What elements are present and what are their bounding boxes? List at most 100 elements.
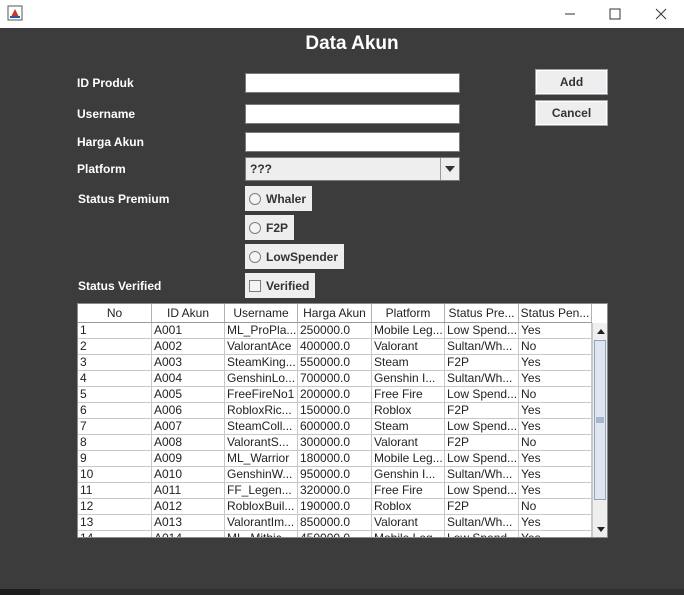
table-cell[interactable]: 4 xyxy=(78,371,152,387)
table-cell[interactable]: 12 xyxy=(78,499,152,515)
table-row[interactable]: 1 A001 ML_ProPla... 250000.0 Mobile Leg... Lo… xyxy=(78,323,592,339)
table-cell[interactable]: 6 xyxy=(78,403,152,419)
table-cell[interactable]: 850000.0 xyxy=(298,515,372,531)
table-cell[interactable]: Mobile Leg... xyxy=(372,451,445,467)
table-cell[interactable]: 7 xyxy=(78,419,152,435)
table-cell[interactable]: 2 xyxy=(78,339,152,355)
table-cell[interactable]: A003 xyxy=(152,355,225,371)
table-cell[interactable]: Low Spend... xyxy=(445,387,519,403)
column-header[interactable]: ID Akun xyxy=(152,304,225,322)
table-cell[interactable]: Roblox xyxy=(372,403,445,419)
table-row[interactable]: 9 A009 ML_Warrior 180000.0 Mobile Leg... Low … xyxy=(78,451,592,467)
table-row[interactable]: 2 A002 ValorantAce 400000.0 Valorant Sultan/W… xyxy=(78,339,592,355)
table-cell[interactable]: SteamKing... xyxy=(225,355,298,371)
harga-akun-field[interactable] xyxy=(245,132,460,152)
table-row[interactable]: 3 A003 SteamKing... 550000.0 Steam F2P Yes xyxy=(78,355,592,371)
table-cell[interactable]: Yes xyxy=(519,323,592,339)
table-cell[interactable]: Valorant xyxy=(372,339,445,355)
table-cell[interactable]: No xyxy=(519,387,592,403)
table-cell[interactable]: Yes xyxy=(519,403,592,419)
table-cell[interactable]: SteamColl... xyxy=(225,419,298,435)
table-cell[interactable]: ValorantAce xyxy=(225,339,298,355)
table-cell[interactable]: FF_Legen... xyxy=(225,483,298,499)
radio-whaler[interactable]: Whaler xyxy=(245,186,313,211)
table-cell[interactable]: 8 xyxy=(78,435,152,451)
table-cell[interactable]: A010 xyxy=(152,467,225,483)
table-cell[interactable]: ML_ProPla... xyxy=(225,323,298,339)
table-cell[interactable]: 700000.0 xyxy=(298,371,372,387)
table-cell[interactable]: 600000.0 xyxy=(298,419,372,435)
table-cell[interactable]: Low Spend... xyxy=(445,483,519,499)
table-cell[interactable]: A002 xyxy=(152,339,225,355)
verified-checkbox[interactable]: Verified xyxy=(245,273,316,298)
minimize-button[interactable] xyxy=(547,0,593,28)
scroll-up-button[interactable] xyxy=(593,323,607,339)
table-row[interactable]: 5 A005 FreeFireNo1 200000.0 Free Fire Low Spe… xyxy=(78,387,592,403)
table-cell[interactable]: Genshin I... xyxy=(372,467,445,483)
scroll-thumb[interactable] xyxy=(594,340,606,500)
table-cell[interactable]: Yes xyxy=(519,355,592,371)
table-cell[interactable]: RobloxBuil... xyxy=(225,499,298,515)
table-cell[interactable]: No xyxy=(519,339,592,355)
table-cell[interactable]: 320000.0 xyxy=(298,483,372,499)
maximize-button[interactable] xyxy=(592,0,638,28)
table-cell[interactable]: 550000.0 xyxy=(298,355,372,371)
table-row[interactable]: 12 A012 RobloxBuil... 190000.0 Roblox F2P No xyxy=(78,499,592,515)
table-cell[interactable]: A006 xyxy=(152,403,225,419)
table-cell[interactable]: Low Spend... xyxy=(445,323,519,339)
table-row[interactable]: 14 A014 ML_Mithic... 450000.0 Mobile Leg... L… xyxy=(78,531,592,537)
table-cell[interactable]: 300000.0 xyxy=(298,435,372,451)
table-cell[interactable]: 150000.0 xyxy=(298,403,372,419)
table-cell[interactable]: Low Spend... xyxy=(445,451,519,467)
table-cell[interactable]: 190000.0 xyxy=(298,499,372,515)
table-cell[interactable]: 400000.0 xyxy=(298,339,372,355)
table-cell[interactable]: Sultan/Wh... xyxy=(445,515,519,531)
table-cell[interactable]: RobloxRic... xyxy=(225,403,298,419)
table-row[interactable]: 11 A011 FF_Legen... 320000.0 Free Fire Low Sp… xyxy=(78,483,592,499)
table-cell[interactable]: ValorantIm... xyxy=(225,515,298,531)
table-cell[interactable]: Yes xyxy=(519,451,592,467)
table-cell[interactable]: ValorantS... xyxy=(225,435,298,451)
table-cell[interactable]: F2P xyxy=(445,403,519,419)
table-cell[interactable]: Sultan/Wh... xyxy=(445,467,519,483)
table-cell[interactable]: Valorant xyxy=(372,515,445,531)
table-cell[interactable]: GenshinW... xyxy=(225,467,298,483)
column-header[interactable]: Username xyxy=(225,304,298,322)
table-cell[interactable]: Steam xyxy=(372,419,445,435)
table-cell[interactable]: Yes xyxy=(519,371,592,387)
table-cell[interactable]: Yes xyxy=(519,531,592,537)
table-cell[interactable]: A009 xyxy=(152,451,225,467)
table-cell[interactable]: Free Fire xyxy=(372,387,445,403)
table-cell[interactable]: 3 xyxy=(78,355,152,371)
table-row[interactable]: 4 A004 GenshinLo... 700000.0 Genshin I... Sul… xyxy=(78,371,592,387)
table-cell[interactable]: Sultan/Wh... xyxy=(445,339,519,355)
table-cell[interactable]: Yes xyxy=(519,419,592,435)
table-cell[interactable]: Valorant xyxy=(372,435,445,451)
table-cell[interactable]: Roblox xyxy=(372,499,445,515)
column-header[interactable]: Harga Akun xyxy=(298,304,372,322)
table-row[interactable]: 6 A006 RobloxRic... 150000.0 Roblox F2P Yes xyxy=(78,403,592,419)
column-header[interactable]: Status Pre... xyxy=(445,304,519,322)
table-cell[interactable]: No xyxy=(519,435,592,451)
table-cell[interactable]: Sultan/Wh... xyxy=(445,371,519,387)
dropdown-arrow-button[interactable] xyxy=(440,158,459,180)
table-cell[interactable]: A012 xyxy=(152,499,225,515)
add-button[interactable]: Add xyxy=(535,69,608,95)
table-cell[interactable]: 1 xyxy=(78,323,152,339)
vertical-scrollbar[interactable] xyxy=(592,323,607,537)
table-cell[interactable]: F2P xyxy=(445,499,519,515)
table-cell[interactable]: A013 xyxy=(152,515,225,531)
table-row[interactable]: 13 A013 ValorantIm... 850000.0 Valorant Sulta… xyxy=(78,515,592,531)
table-cell[interactable]: 450000.0 xyxy=(298,531,372,537)
table-cell[interactable]: Low Spend... xyxy=(445,419,519,435)
table-cell[interactable]: No xyxy=(519,499,592,515)
table-cell[interactable]: 14 xyxy=(78,531,152,537)
table-cell[interactable]: 250000.0 xyxy=(298,323,372,339)
table-cell[interactable]: A005 xyxy=(152,387,225,403)
radio-lowspender[interactable]: LowSpender xyxy=(245,244,345,269)
table-cell[interactable]: Genshin I... xyxy=(372,371,445,387)
table-row[interactable]: 7 A007 SteamColl... 600000.0 Steam Low Spend.… xyxy=(78,419,592,435)
table-cell[interactable]: Yes xyxy=(519,515,592,531)
table-cell[interactable]: A004 xyxy=(152,371,225,387)
id-produk-field[interactable] xyxy=(245,73,460,93)
